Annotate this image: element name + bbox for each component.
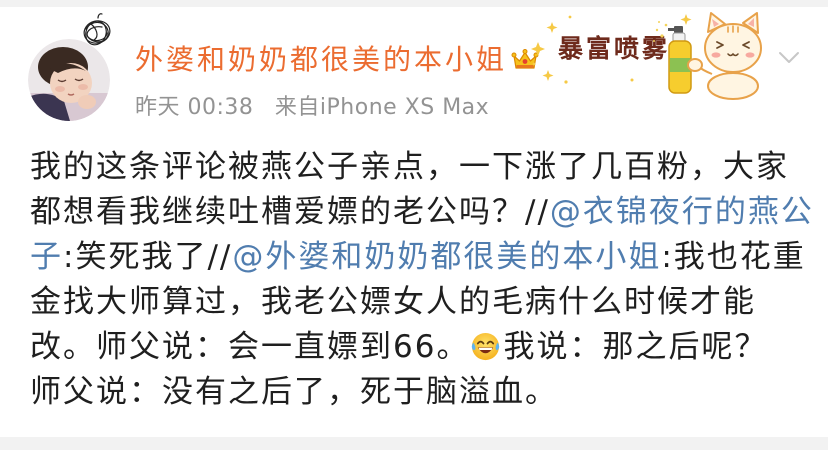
post-text-segment: 我说：那之后呢？ [503, 329, 768, 365]
post-text-segment: 师父说：没有之后了，死于脑溢血。 [30, 374, 558, 410]
post-meta: 昨天 00:38 来自iPhone XS Max [135, 94, 489, 122]
sticker-text: 暴富喷雾 [558, 34, 670, 63]
post-text: 我的这条评论被燕公子亲点，一下涨了几百粉，大家 都想看我继续吐槽爱嫖的老公吗？/… [30, 145, 822, 415]
post-time[interactable]: 昨天 00:38 [135, 95, 253, 120]
chevron-down-icon[interactable] [778, 51, 800, 65]
scribble-pendant-icon [80, 12, 114, 48]
author-line: 外婆和奶奶都很美的本小姐 [135, 42, 539, 78]
face-with-tears-of-joy-icon [470, 331, 501, 362]
weibo-post-screenshot: 外婆和奶奶都很美的本小姐 昨天 00:38 来自iPhone XS Max 暴富… [0, 0, 828, 450]
post-text-segment: 都想看我继续吐槽爱嫖的老公吗？// [30, 194, 550, 230]
post-text-line: 师父说：没有之后了，死于脑溢血。 [30, 370, 822, 415]
avatar-photo [28, 39, 110, 121]
author-avatar[interactable] [28, 39, 110, 121]
card-decoration-sticker[interactable]: 暴富喷雾 [528, 8, 764, 100]
post-text-segment: :笑死我了// [63, 239, 233, 275]
post-text-segment: 我的这条评论被燕公子亲点，一下涨了几百粉，大家 [30, 149, 789, 185]
post-text-line: 改。师父说：会一直嫖到66。 我说：那之后呢？ [30, 325, 822, 370]
top-divider [0, 0, 828, 7]
post-text-segment: 改。师父说：会一直嫖到66。 [30, 329, 470, 365]
post-source[interactable]: 来自iPhone XS Max [275, 95, 489, 120]
post-text-line: 子:笑死我了//@外婆和奶奶都很美的本小姐:我也花重 [30, 235, 822, 280]
mention-link-reposter-continuation[interactable]: 子 [30, 239, 63, 275]
mention-link-reposter[interactable]: @衣锦夜行的燕公 [550, 194, 814, 230]
post-text-line: 都想看我继续吐槽爱嫖的老公吗？//@衣锦夜行的燕公 [30, 190, 822, 235]
post-text-segment: 金找大师算过，我老公嫖女人的毛病什么时候才能 [30, 284, 756, 320]
mention-link-author[interactable]: @外婆和奶奶都很美的本小姐 [232, 239, 661, 275]
spray-bottle-icon [668, 26, 692, 94]
author-name[interactable]: 外婆和奶奶都很美的本小姐 [135, 42, 507, 78]
bottom-divider [0, 437, 828, 450]
cat-with-spray-bottle-icon [687, 12, 762, 100]
post-text-segment: :我也花重 [661, 239, 806, 275]
post-text-line: 我的这条评论被燕公子亲点，一下涨了几百粉，大家 [30, 145, 822, 190]
post-text-line: 金找大师算过，我老公嫖女人的毛病什么时候才能 [30, 280, 822, 325]
